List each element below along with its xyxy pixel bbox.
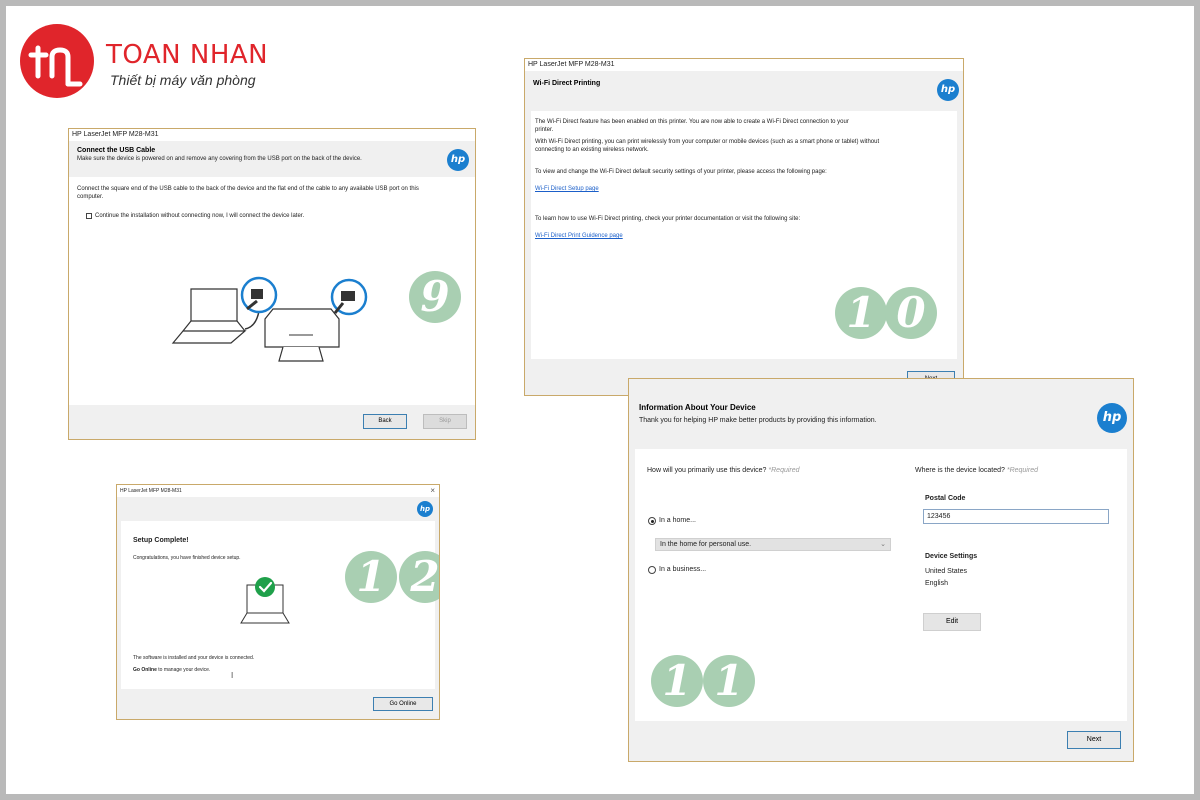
logo-mark-icon — [20, 24, 94, 98]
radio-home[interactable] — [648, 517, 656, 525]
page-title: Wi-Fi Direct Printing — [533, 80, 601, 87]
step-badge: 0 — [885, 287, 937, 339]
window-connect-usb: HP LaserJet MFP M28-M31 Connect the USB … — [68, 128, 476, 440]
device-settings-label: Device Settings — [925, 553, 978, 560]
info-text: To view and change the Wi-Fi Direct defa… — [535, 169, 827, 175]
laptop-check-illustration — [240, 577, 290, 624]
radio-business-label[interactable]: In a business... — [659, 566, 706, 573]
page-subtitle: Make sure the device is powered on and r… — [77, 156, 362, 162]
radio-selected-dot — [650, 519, 654, 523]
language-value: English — [925, 580, 948, 587]
instruction-line: computer. — [77, 194, 104, 200]
connect-later-checkbox[interactable] — [86, 213, 92, 219]
page-title: Information About Your Device — [639, 403, 756, 412]
window-title: HP LaserJet MFP M28-M31 — [69, 129, 475, 141]
page-title: Setup Complete! — [133, 537, 189, 544]
window-title: HP LaserJet MFP M28-M31 × — [117, 485, 439, 497]
toan-nhan-logo: TOAN NHAN Thiết bị máy văn phòng — [20, 24, 270, 104]
window-footer: Go Online — [117, 689, 439, 719]
window-device-info: Information About Your Device Thank you … — [628, 378, 1134, 762]
text-cursor-icon: I — [231, 671, 234, 680]
wifi-direct-guidance-link[interactable]: Wi-Fi Direct Print Guidence page — [535, 233, 623, 239]
brand-name: TOAN NHAN — [106, 40, 269, 70]
location-question: Where is the device located? *Required — [915, 467, 1038, 474]
window-setup-complete: HP LaserJet MFP M28-M31 × hp Setup Compl… — [116, 484, 440, 720]
postal-code-label: Postal Code — [925, 495, 966, 502]
window-body: Setup Complete! Congratulations, you hav… — [121, 521, 439, 689]
info-text: The Wi-Fi Direct feature has been enable… — [535, 119, 849, 125]
congrats-text: Congratulations, you have finished devic… — [133, 555, 241, 561]
window-header: hp — [117, 497, 439, 521]
window-body: Connect the square end of the USB cable … — [69, 177, 475, 407]
step-badge: 1 — [345, 551, 397, 603]
country-value: United States — [925, 568, 968, 575]
window-title: HP LaserJet MFP M28-M31 — [525, 59, 963, 71]
window-footer: Next — [629, 721, 1133, 761]
skip-button[interactable]: Skip — [423, 414, 467, 429]
info-text: With Wi-Fi Direct printing, you can prin… — [535, 139, 880, 145]
info-text: To learn how to use Wi-Fi Direct printin… — [535, 216, 801, 222]
step-badge: 1 — [651, 655, 703, 707]
chevron-down-icon: ⌄ — [880, 541, 886, 548]
window-body: How will you primarily use this device? … — [635, 449, 1127, 723]
go-online-text: Go Online to manage your device. — [133, 667, 211, 673]
edit-button[interactable]: Edit — [923, 613, 981, 631]
step-badge: 1 — [703, 655, 755, 707]
step-badge: 2 — [399, 551, 439, 603]
connect-later-label[interactable]: Continue the installation without connec… — [95, 213, 304, 219]
next-button[interactable]: Next — [1067, 731, 1121, 749]
select-value: In the home for personal use. — [660, 541, 752, 548]
back-button[interactable]: Back — [363, 414, 407, 429]
close-icon[interactable]: × — [430, 485, 435, 497]
usb-connection-illustration — [171, 276, 368, 362]
window-footer: Back Skip — [69, 405, 475, 439]
hp-logo-icon: hp — [417, 501, 433, 517]
brand-tagline: Thiết bị máy văn phòng — [110, 72, 256, 88]
window-body: The Wi-Fi Direct feature has been enable… — [531, 111, 957, 359]
window-header: Information About Your Device Thank you … — [629, 379, 1133, 441]
page-subtitle: Thank you for helping HP make better pro… — [639, 417, 877, 424]
installed-text: The software is installed and your devic… — [133, 655, 255, 661]
radio-home-label[interactable]: In a home... — [659, 517, 696, 524]
info-text: printer. — [535, 127, 554, 133]
window-wifi-direct: HP LaserJet MFP M28-M31 Wi-Fi Direct Pri… — [524, 58, 964, 396]
go-online-button[interactable]: Go Online — [373, 697, 433, 711]
postal-code-value: 123456 — [927, 513, 951, 520]
radio-business[interactable] — [648, 566, 656, 574]
hp-logo-icon: hp — [1097, 403, 1127, 433]
instruction-line: Connect the square end of the USB cable … — [77, 186, 419, 192]
window-title-text: HP LaserJet MFP M28-M31 — [120, 488, 182, 494]
canvas: TOAN NHAN Thiết bị máy văn phòng HP Lase… — [6, 6, 1194, 794]
wifi-direct-setup-link[interactable]: Wi-Fi Direct Setup page — [535, 186, 599, 192]
hp-logo-icon: hp — [447, 149, 469, 171]
usage-question: How will you primarily use this device? … — [647, 467, 800, 474]
window-header: Connect the USB Cable Make sure the devi… — [69, 141, 475, 175]
step-badge: 9 — [409, 271, 461, 323]
step-badge: 1 — [835, 287, 887, 339]
postal-code-input[interactable]: 123456 — [923, 509, 1109, 524]
info-text: connecting to an existing wireless netwo… — [535, 147, 649, 153]
home-usage-select[interactable]: In the home for personal use. ⌄ — [655, 538, 891, 551]
page-title: Connect the USB Cable — [77, 147, 156, 154]
window-header: Wi-Fi Direct Printing hp — [525, 71, 963, 111]
hp-logo-icon: hp — [937, 79, 959, 101]
